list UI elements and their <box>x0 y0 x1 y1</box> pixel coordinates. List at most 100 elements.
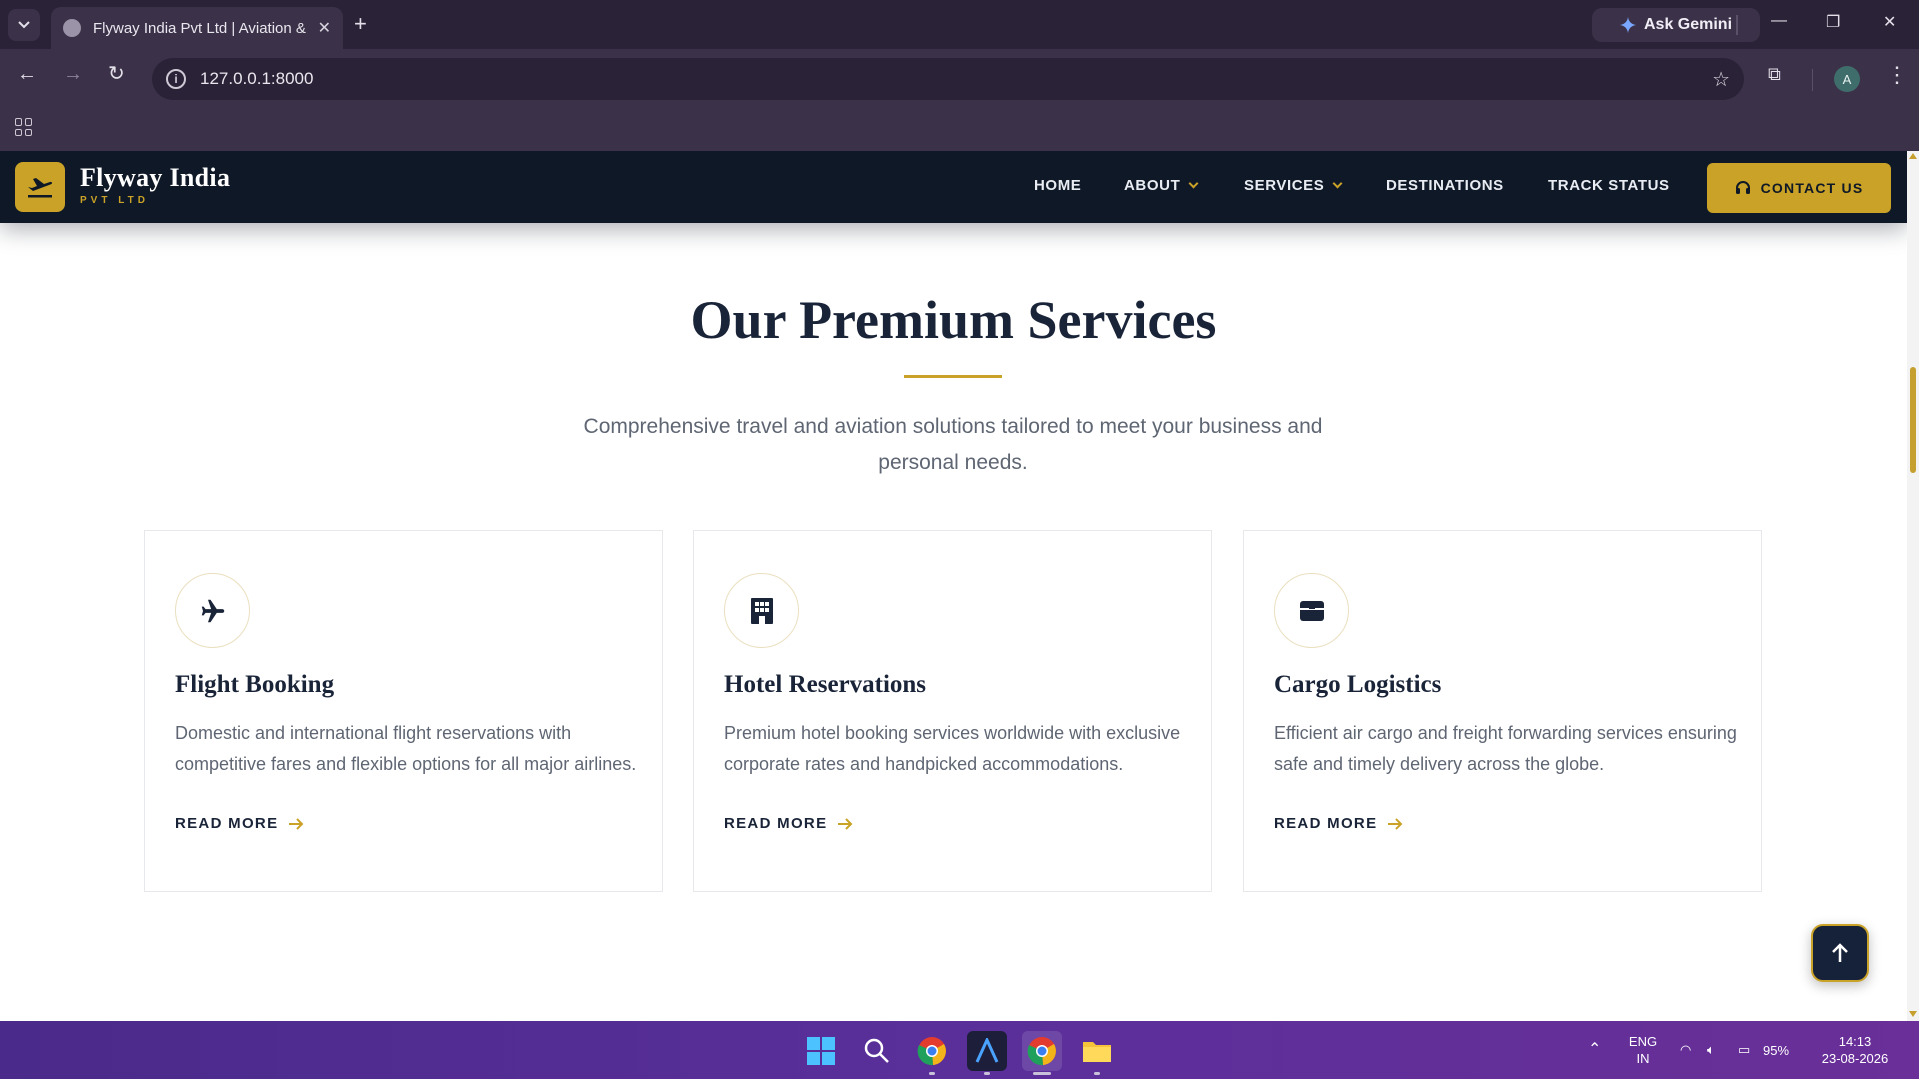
volume-icon[interactable]: 🔈︎ <box>1707 1041 1715 1058</box>
browser-toolbar: ← → ↻ i 127.0.0.1:8000 ☆ ⧉ A ⋮ <box>0 49 1919 107</box>
contact-us-button[interactable]: CONTACT US <box>1707 163 1891 213</box>
gemini-sparkle-icon <box>1619 17 1636 33</box>
clock-time: 14:13 <box>1838 1034 1872 1049</box>
nav-destinations-label: DESTINATIONS <box>1386 177 1504 194</box>
nav-about-label: ABOUT <box>1124 177 1181 194</box>
windows-logo-icon <box>807 1037 835 1065</box>
box-icon <box>1299 600 1324 621</box>
active-indicator <box>1033 1072 1051 1075</box>
language-code: ENG <box>1628 1034 1658 1049</box>
section-description: Comprehensive travel and aviation soluti… <box>583 415 1323 474</box>
plane-departure-icon <box>28 178 53 198</box>
tabbar-divider <box>1736 15 1738 35</box>
chevron-down-icon <box>1332 178 1343 189</box>
windows-taskbar: ⌃ ENG IN ◠ 🔈︎ ▭ 95% 14:13 23-08-2026 <box>0 1021 1919 1079</box>
bookmarks-bar <box>0 107 1919 151</box>
arrow-right-icon <box>838 817 853 830</box>
taskbar-file-explorer[interactable] <box>1077 1031 1117 1075</box>
read-more-link[interactable]: READ MORE <box>724 815 853 832</box>
service-card-cargo-logistics[interactable]: Cargo Logistics Efficient air cargo and … <box>1243 530 1762 892</box>
scrollbar-thumb[interactable] <box>1910 367 1916 473</box>
read-more-label: READ MORE <box>175 815 279 832</box>
contact-us-label: CONTACT US <box>1760 180 1864 196</box>
search-icon <box>864 1038 889 1063</box>
site-info-icon[interactable]: i <box>166 69 186 89</box>
start-button[interactable] <box>801 1031 841 1071</box>
bookmark-star-icon[interactable]: ☆ <box>1712 67 1730 92</box>
chevron-down-icon <box>1188 178 1199 189</box>
title-divider <box>904 375 1002 378</box>
nav-track-status[interactable]: TRACK STATUS <box>1548 177 1670 194</box>
more-menu-icon[interactable]: ⋮ <box>1886 64 1908 86</box>
service-card-hotel-reservations[interactable]: Hotel Reservations Premium hotel booking… <box>693 530 1212 892</box>
language-indicator[interactable]: ENG IN <box>1628 1033 1658 1067</box>
ask-gemini-button[interactable]: Ask Gemini <box>1592 8 1760 42</box>
card-title: Cargo Logistics <box>1274 671 1442 698</box>
close-tab-icon[interactable]: ✕ <box>318 18 331 38</box>
hotel-icon <box>750 597 773 624</box>
minimize-icon[interactable]: — <box>1771 12 1787 30</box>
headset-icon <box>1735 181 1750 194</box>
read-more-label: READ MORE <box>1274 815 1378 832</box>
close-window-icon[interactable]: ✕ <box>1883 12 1896 32</box>
scroll-down-arrow[interactable] <box>1909 1011 1917 1017</box>
forward-arrow-icon[interactable]: → <box>63 64 83 84</box>
chrome-icon <box>1027 1037 1056 1066</box>
nav-home-label: HOME <box>1034 177 1082 194</box>
taskbar-app-a[interactable] <box>967 1031 1007 1075</box>
arrow-right-icon <box>289 817 304 830</box>
extensions-icon[interactable]: ⧉ <box>1768 64 1781 85</box>
chevron-up-icon[interactable]: ⌃ <box>1588 1041 1601 1058</box>
nav-about[interactable]: ABOUT <box>1124 177 1199 194</box>
card-description: Domestic and international flight reserv… <box>175 723 637 774</box>
clock[interactable]: 14:13 23-08-2026 <box>1815 1033 1895 1067</box>
back-arrow-icon[interactable]: ← <box>17 64 37 84</box>
card-title: Hotel Reservations <box>724 671 927 698</box>
scroll-up-arrow[interactable] <box>1909 153 1917 159</box>
reload-icon[interactable]: ↻ <box>108 64 125 84</box>
wifi-icon[interactable]: ◠ <box>1680 1041 1691 1058</box>
nav-home[interactable]: HOME <box>1034 177 1081 194</box>
plane-icon <box>201 599 224 622</box>
taskbar-chrome[interactable] <box>912 1031 952 1075</box>
page-viewport: Flyway India PVT LTD HOME ABOUT SERVICES… <box>0 151 1907 1021</box>
card-description: Premium hotel booking services worldwide… <box>724 723 1181 774</box>
apps-grid-icon[interactable] <box>15 118 33 136</box>
restore-icon[interactable]: ❐ <box>1826 12 1840 32</box>
section-title: Our Premium Services <box>690 290 1217 350</box>
card-description: Efficient air cargo and freight forwardi… <box>1274 723 1737 774</box>
nav-track-status-label: TRACK STATUS <box>1548 177 1670 194</box>
page-scrollbar[interactable] <box>1907 151 1919 1021</box>
nav-destinations[interactable]: DESTINATIONS <box>1386 177 1504 194</box>
nav-services-label: SERVICES <box>1244 177 1325 194</box>
browser-tabbar: Flyway India Pvt Ltd | Aviation & ... ✕ … <box>0 0 1919 49</box>
read-more-link[interactable]: READ MORE <box>175 815 304 832</box>
toolbar-divider <box>1812 69 1813 91</box>
battery-icon[interactable]: ▭ <box>1738 1041 1750 1058</box>
browser-tab[interactable]: Flyway India Pvt Ltd | Aviation & ... ✕ <box>51 7 343 49</box>
logo[interactable] <box>15 162 65 212</box>
card-icon-circle <box>724 573 799 648</box>
brand-name[interactable]: Flyway India <box>80 163 230 193</box>
url-text[interactable]: 127.0.0.1:8000 <box>200 69 313 89</box>
chrome-icon <box>917 1037 946 1066</box>
address-bar[interactable]: i 127.0.0.1:8000 ☆ <box>152 58 1744 100</box>
running-indicator <box>1094 1072 1100 1075</box>
card-title: Flight Booking <box>175 671 335 698</box>
search-button[interactable] <box>857 1031 897 1071</box>
clock-date: 23-08-2026 <box>1821 1051 1889 1066</box>
folder-icon <box>1083 1042 1111 1062</box>
taskbar-chrome-active[interactable] <box>1022 1031 1062 1075</box>
read-more-link[interactable]: READ MORE <box>1274 815 1403 832</box>
tab-search-button[interactable] <box>8 9 40 41</box>
card-icon-circle <box>1274 573 1349 648</box>
site-header: Flyway India PVT LTD HOME ABOUT SERVICES… <box>0 151 1907 223</box>
brand-subtitle: PVT LTD <box>80 195 149 206</box>
new-tab-button[interactable]: + <box>354 12 367 36</box>
service-card-flight-booking[interactable]: Flight Booking Domestic and internationa… <box>144 530 663 892</box>
profile-avatar[interactable]: A <box>1834 66 1860 92</box>
read-more-label: READ MORE <box>724 815 828 832</box>
scroll-to-top-button[interactable] <box>1811 924 1869 982</box>
nav-services[interactable]: SERVICES <box>1244 177 1343 194</box>
running-indicator <box>984 1072 990 1075</box>
